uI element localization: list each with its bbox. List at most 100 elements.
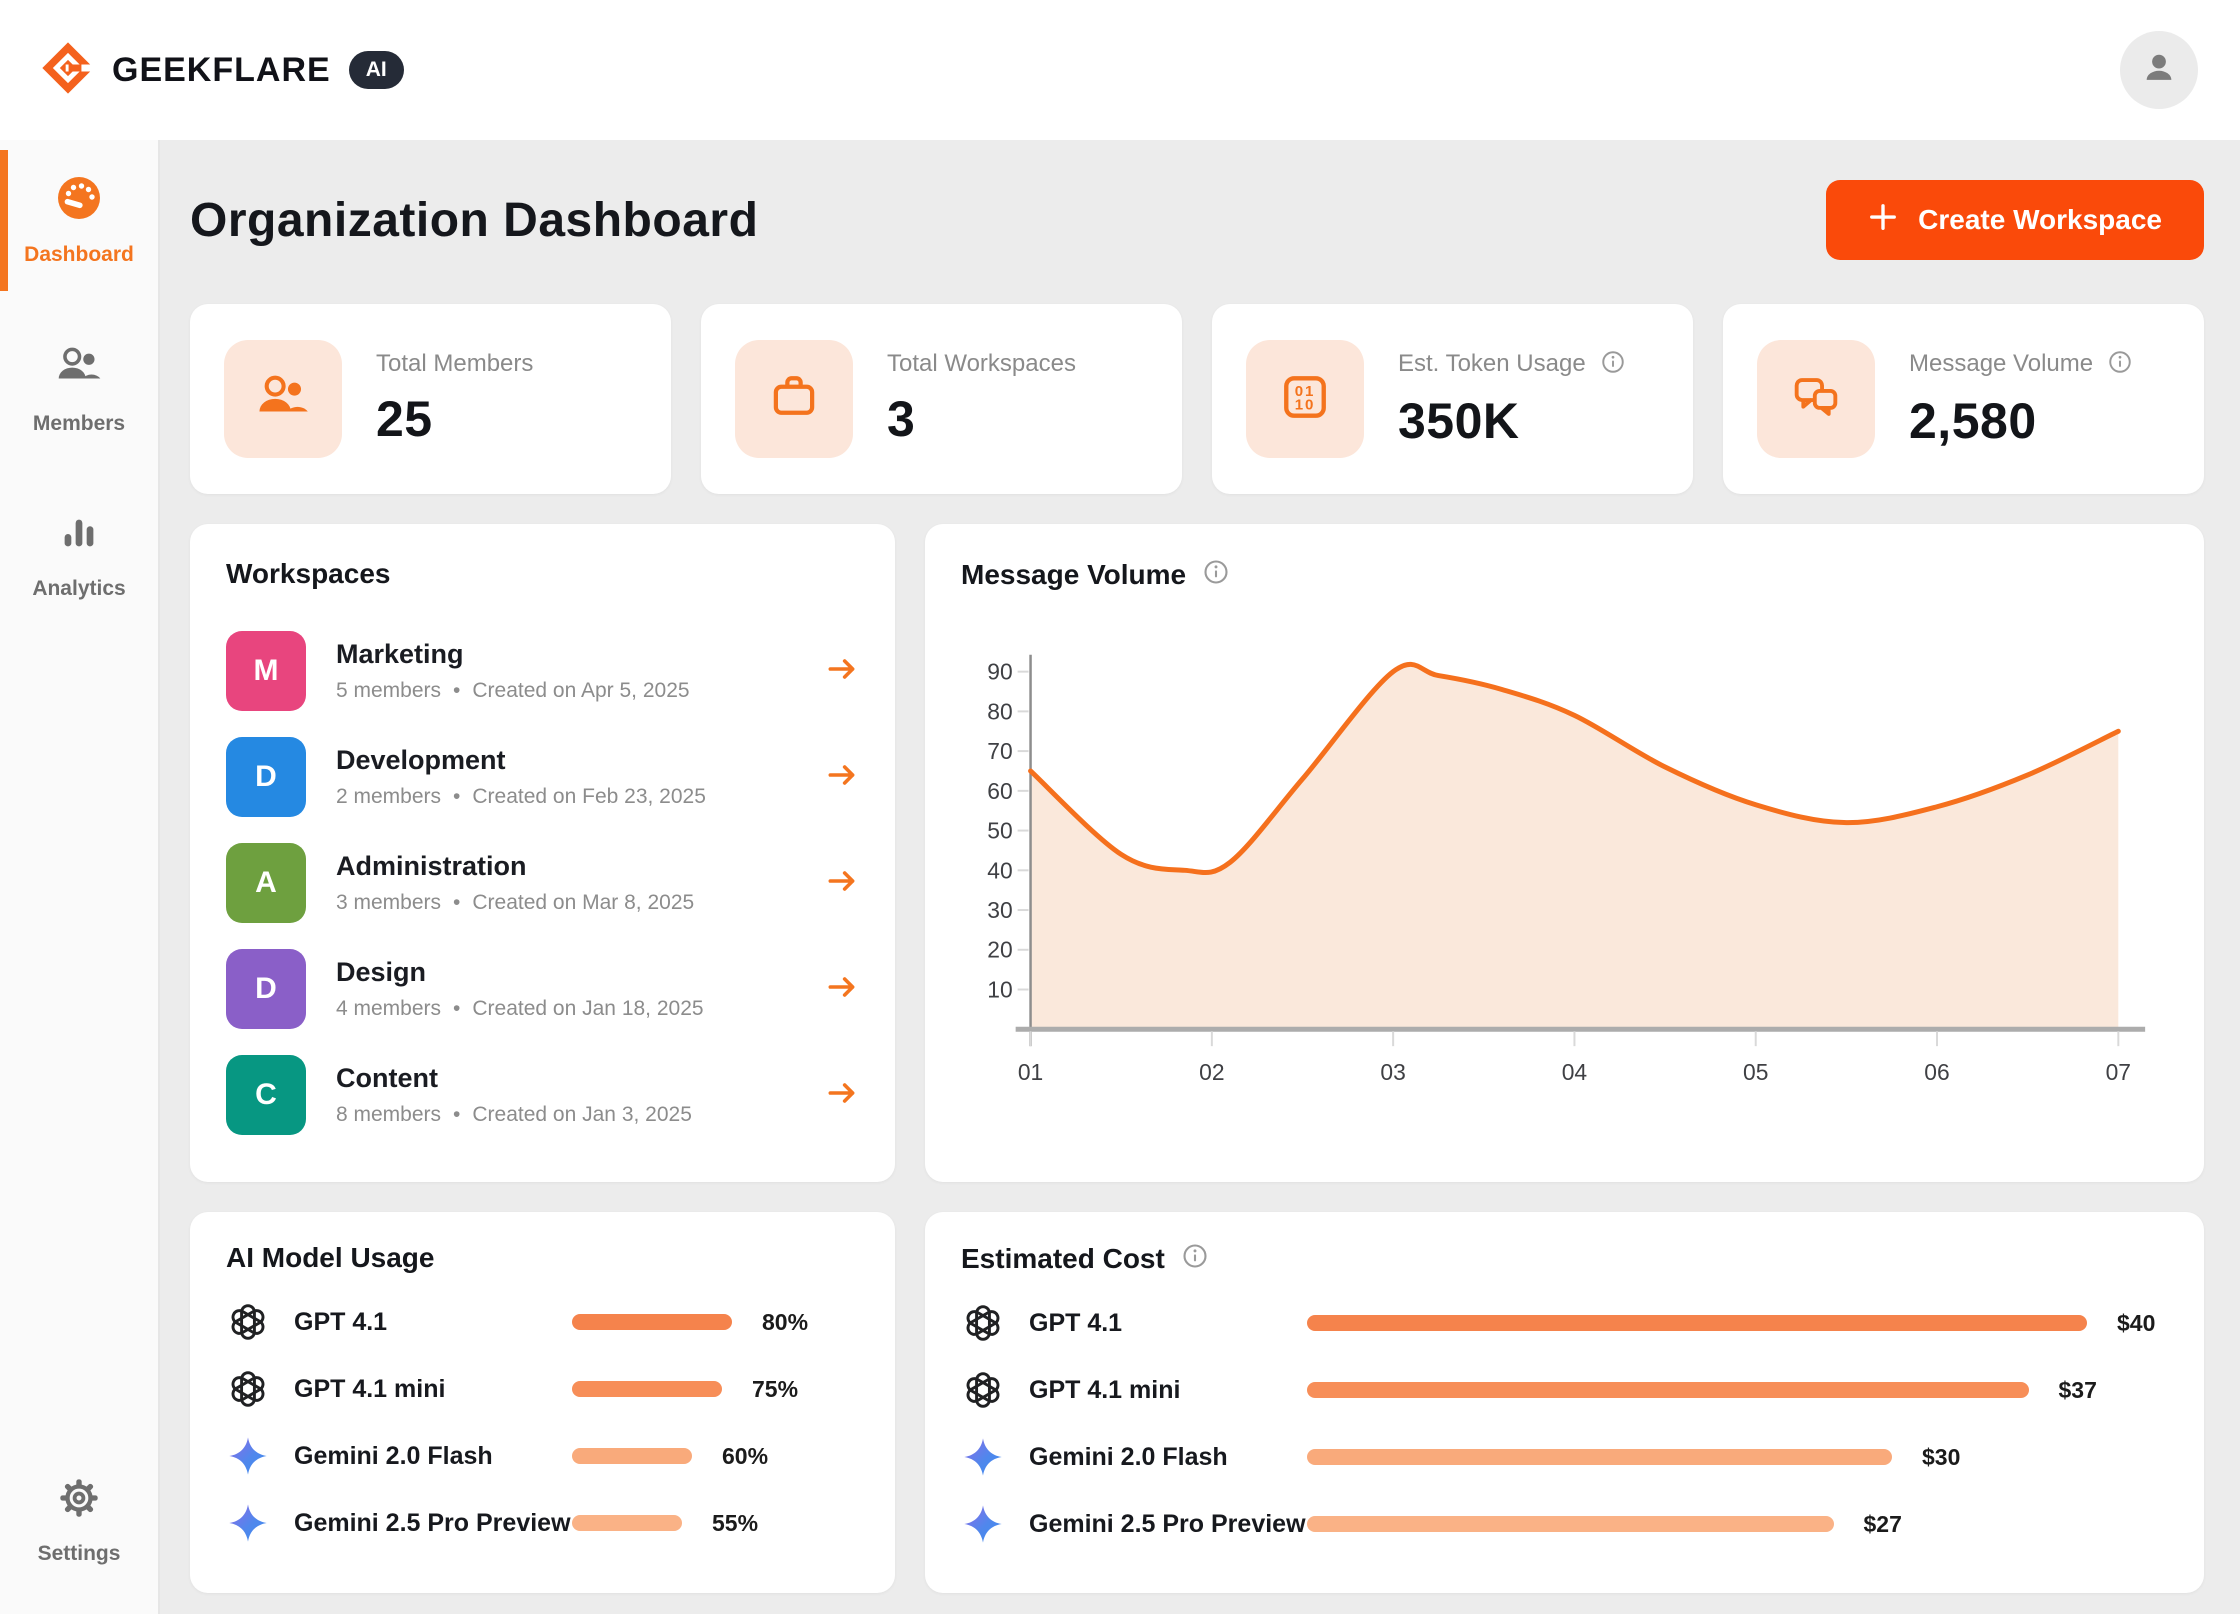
workspace-members: 5 members — [336, 679, 441, 703]
sidebar-item-members[interactable]: Members — [0, 317, 158, 460]
usage-bar — [572, 1314, 732, 1330]
sidebar-item-analytics[interactable]: Analytics — [0, 486, 158, 625]
cost-row-gemini-25-pro: Gemini 2.5 Pro Preview $27 — [961, 1500, 2168, 1548]
dot-separator: • — [453, 891, 460, 915]
info-icon[interactable] — [1202, 558, 1230, 591]
ai-badge: AI — [349, 51, 404, 89]
message-volume-title: Message Volume — [961, 559, 1186, 591]
y-tick-label: 70 — [987, 738, 1012, 764]
x-tick-label: 06 — [1924, 1059, 1949, 1085]
bottom-row: AI Model Usage GPT 4.1 80% — [190, 1212, 2204, 1593]
workspace-row-administration[interactable]: A Administration 3 members • Created on … — [226, 830, 859, 936]
usage-percent: 55% — [712, 1510, 758, 1537]
x-axis: 01020304050607 — [1018, 1031, 2131, 1085]
workspace-members: 4 members — [336, 997, 441, 1021]
stat-icon-tile — [735, 340, 853, 458]
geekflare-logo-icon — [40, 40, 96, 101]
gear-icon — [56, 1475, 102, 1527]
sidebar-item-label: Members — [33, 412, 125, 436]
cost-bar — [1307, 1382, 2029, 1398]
brand-logo[interactable]: GEEKFLARE AI — [40, 40, 404, 101]
sidebar-item-dashboard[interactable]: Dashboard — [0, 150, 158, 291]
page-header: Organization Dashboard Create Workspace — [190, 180, 2204, 260]
plus-icon — [1868, 202, 1898, 239]
stat-value: 3 — [887, 390, 1076, 448]
stats-row: Total Members 25 — [190, 304, 2204, 494]
workspace-row-marketing[interactable]: M Marketing 5 members • Created on Apr 5… — [226, 618, 859, 724]
create-workspace-button[interactable]: Create Workspace — [1826, 180, 2204, 260]
usage-percent: 60% — [722, 1443, 768, 1470]
svg-text:10: 10 — [1295, 396, 1315, 413]
sidebar-spacer — [0, 625, 158, 1451]
dashboard-gauge-icon — [55, 174, 103, 228]
message-volume-card: Message Volume — [925, 524, 2204, 1182]
sidebar-item-label: Dashboard — [24, 243, 134, 267]
workspace-name: Development — [336, 745, 706, 776]
y-axis: 102030405060708090 — [987, 659, 1028, 1003]
dot-separator: • — [453, 1103, 460, 1127]
workspace-created: Created on Jan 18, 2025 — [472, 997, 703, 1021]
stat-label: Message Volume — [1909, 350, 2093, 378]
active-indicator — [0, 150, 8, 291]
sidebar-item-settings[interactable]: Settings — [0, 1451, 158, 1590]
stat-value: 2,580 — [1909, 392, 2133, 450]
workspace-row-development[interactable]: D Development 2 members • Created on Feb… — [226, 724, 859, 830]
cost-amount: $27 — [1864, 1511, 1902, 1538]
top-bar: GEEKFLARE AI — [0, 0, 2240, 140]
stat-value: 25 — [376, 390, 533, 448]
user-avatar[interactable] — [2120, 31, 2198, 109]
workspace-members: 2 members — [336, 785, 441, 809]
usage-bar — [572, 1515, 682, 1531]
cost-row-gpt41: GPT 4.1 $40 — [961, 1299, 2168, 1347]
brand-name: GEEKFLARE — [112, 51, 331, 90]
gemini-icon — [226, 1435, 270, 1477]
usage-bar — [572, 1448, 692, 1464]
bar-chart-icon — [56, 510, 102, 562]
x-tick-label: 02 — [1199, 1059, 1224, 1085]
workspaces-card: Workspaces M Marketing 5 members • Creat… — [190, 524, 895, 1182]
info-icon[interactable] — [2107, 349, 2133, 380]
ai-model-usage-card: AI Model Usage GPT 4.1 80% — [190, 1212, 895, 1593]
stat-card-token-usage: 01 10 Est. Token Usage — [1212, 304, 1693, 494]
workspace-created: Created on Mar 8, 2025 — [472, 891, 694, 915]
stat-icon-tile: 01 10 — [1246, 340, 1364, 458]
workspace-name: Administration — [336, 851, 694, 882]
stat-card-total-workspaces: Total Workspaces 3 — [701, 304, 1182, 494]
members-icon — [54, 341, 104, 397]
openai-icon — [226, 1301, 270, 1343]
dot-separator: • — [453, 679, 460, 703]
arrow-right-icon[interactable] — [825, 758, 859, 797]
arrow-right-icon[interactable] — [825, 970, 859, 1009]
gemini-icon — [226, 1502, 270, 1544]
sidebar: Dashboard Members — [0, 140, 160, 1614]
x-tick-label: 03 — [1380, 1059, 1405, 1085]
usage-bar — [572, 1381, 722, 1397]
dot-separator: • — [453, 997, 460, 1021]
info-icon[interactable] — [1600, 349, 1626, 380]
estimated-cost-card: Estimated Cost — [925, 1212, 2204, 1593]
workspace-name: Content — [336, 1063, 692, 1094]
ai-model-usage-title: AI Model Usage — [226, 1242, 434, 1274]
arrow-right-icon[interactable] — [825, 864, 859, 903]
model-name: GPT 4.1 — [294, 1308, 572, 1337]
person-icon — [2137, 46, 2181, 95]
workspace-created: Created on Feb 23, 2025 — [472, 785, 706, 809]
arrow-right-icon[interactable] — [825, 652, 859, 691]
x-tick-label: 05 — [1743, 1059, 1768, 1085]
workspace-created: Created on Apr 5, 2025 — [472, 679, 689, 703]
y-tick-label: 30 — [987, 897, 1012, 923]
info-icon[interactable] — [1181, 1242, 1209, 1275]
stat-label: Total Workspaces — [887, 350, 1076, 378]
main-content: Organization Dashboard Create Workspace — [160, 140, 2240, 1614]
stat-card-total-members: Total Members 25 — [190, 304, 671, 494]
y-tick-label: 20 — [987, 937, 1012, 963]
x-tick-label: 01 — [1018, 1059, 1043, 1085]
openai-icon — [226, 1368, 270, 1410]
gemini-icon — [961, 1503, 1005, 1545]
workspace-row-design[interactable]: D Design 4 members • Created on Jan 18, … — [226, 936, 859, 1042]
arrow-right-icon[interactable] — [825, 1076, 859, 1115]
stat-icon-tile — [1757, 340, 1875, 458]
openai-icon — [961, 1369, 1005, 1411]
shell: Dashboard Members — [0, 140, 2240, 1614]
workspace-row-content[interactable]: C Content 8 members • Created on Jan 3, … — [226, 1042, 859, 1148]
